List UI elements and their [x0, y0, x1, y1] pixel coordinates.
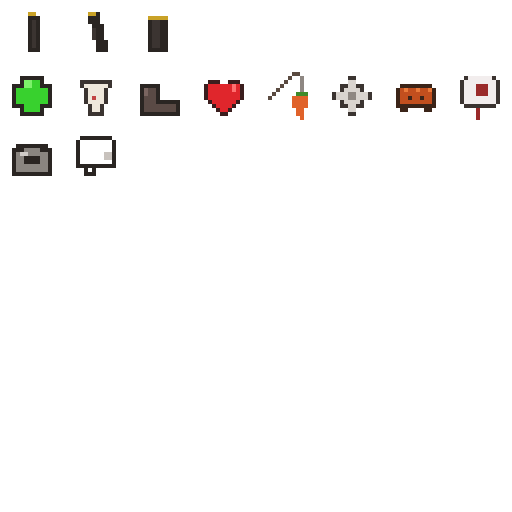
stone-ring-icon: [0, 128, 64, 192]
speech-bubble-icon: [64, 128, 128, 192]
large-battery-icon: [128, 0, 192, 64]
cow-skull-icon: [64, 64, 128, 128]
eyeball-icon: [448, 64, 512, 128]
tilted-battery-icon: [64, 0, 128, 64]
shuriken-icon: [320, 64, 384, 128]
sprite-sheet: [0, 0, 512, 512]
boot-icon: [128, 64, 192, 128]
small-battery-icon: [0, 0, 64, 64]
carrot-on-a-stick-icon: [256, 64, 320, 128]
spiked-shell-icon: [384, 64, 448, 128]
heart-icon: [192, 64, 256, 128]
green-cross-icon: [0, 64, 64, 128]
